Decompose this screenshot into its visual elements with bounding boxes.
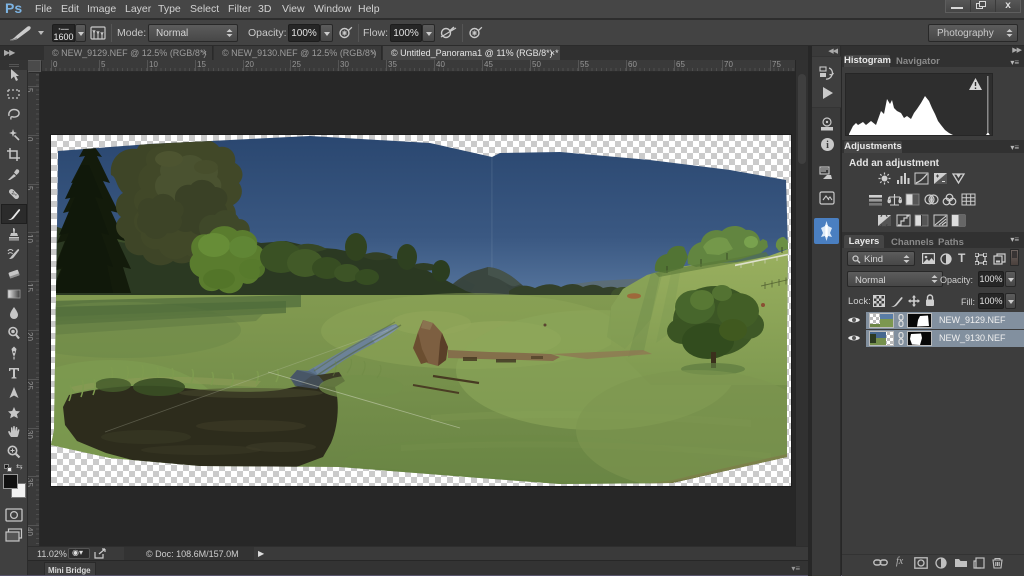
- svg-text:i: i: [826, 140, 829, 151]
